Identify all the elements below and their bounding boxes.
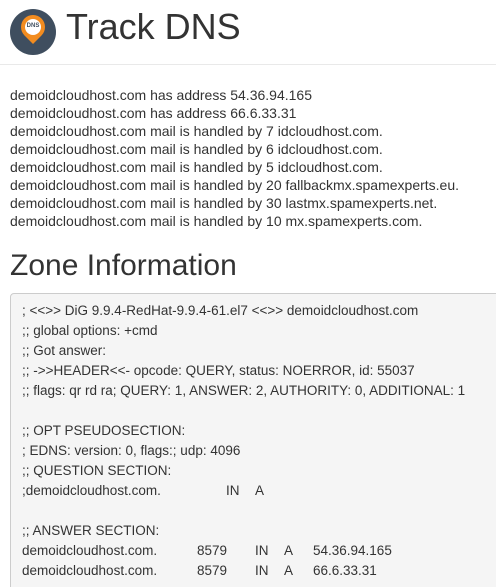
answer-type: A <box>284 563 294 578</box>
dns-record: demoidcloudhost.com mail is handled by 6… <box>10 141 383 157</box>
answer-value: 66.6.33.31 <box>313 563 377 578</box>
dns-record: demoidcloudhost.com has address 66.6.33.… <box>10 105 297 121</box>
answer-type: A <box>284 543 294 558</box>
answer-name: demoidcloudhost.com. <box>22 563 158 578</box>
question-name: ;demoidcloudhost.com. <box>22 483 161 498</box>
answer-ttl: 8579 <box>197 543 228 558</box>
question-type: A <box>255 483 265 498</box>
zone-line: ;; OPT PSEUDOSECTION: <box>22 423 186 438</box>
dns-record: demoidcloudhost.com mail is handled by 7… <box>10 123 383 139</box>
dns-record: demoidcloudhost.com mail is handled by 2… <box>10 177 460 193</box>
answer-value: 54.36.94.165 <box>313 543 392 558</box>
dns-record: demoidcloudhost.com has address 54.36.94… <box>10 87 312 103</box>
zone-line: ; EDNS: version: 0, flags:; udp: 4096 <box>22 443 241 458</box>
answer-class: IN <box>255 543 269 558</box>
dns-record: demoidcloudhost.com mail is handled by 5… <box>10 159 383 175</box>
zone-line: ;; Got answer: <box>22 343 107 358</box>
page-header: DNS Track DNS <box>0 0 496 65</box>
question-class: IN <box>226 483 240 498</box>
zone-output-box[interactable]: ; <<>> DiG 9.9.4-RedHat-9.9.4-61.el7 <<>… <box>10 293 496 587</box>
zone-information-heading: Zone Information <box>10 249 237 282</box>
answer-class: IN <box>255 563 269 578</box>
page-title: Track DNS <box>66 6 241 47</box>
dns-record: demoidcloudhost.com mail is handled by 1… <box>10 213 423 229</box>
zone-line: ;; flags: qr rd ra; QUERY: 1, ANSWER: 2,… <box>22 383 466 398</box>
answer-section-header: ;; ANSWER SECTION: <box>22 523 160 538</box>
zone-line: ;; QUESTION SECTION: <box>22 463 172 478</box>
zone-line: ;; global options: +cmd <box>22 323 158 338</box>
zone-line: ; <<>> DiG 9.9.4-RedHat-9.9.4-61.el7 <<>… <box>22 303 419 318</box>
logo-label: DNS <box>26 23 40 29</box>
track-dns-page: DNS Track DNS demoidcloudhost.com has ad… <box>0 0 496 587</box>
answer-ttl: 8579 <box>197 563 228 578</box>
answer-name: demoidcloudhost.com. <box>22 543 158 558</box>
zone-line <box>22 401 465 421</box>
zone-line: ;; ->>HEADER<<- opcode: QUERY, status: N… <box>22 363 415 378</box>
dns-record: demoidcloudhost.com mail is handled by 3… <box>10 195 438 211</box>
zone-output-lines: ; <<>> DiG 9.9.4-RedHat-9.9.4-61.el7 <<>… <box>22 301 465 481</box>
dns-records-list: demoidcloudhost.com has address 54.36.94… <box>10 86 459 230</box>
dns-logo-icon: DNS <box>10 9 56 55</box>
